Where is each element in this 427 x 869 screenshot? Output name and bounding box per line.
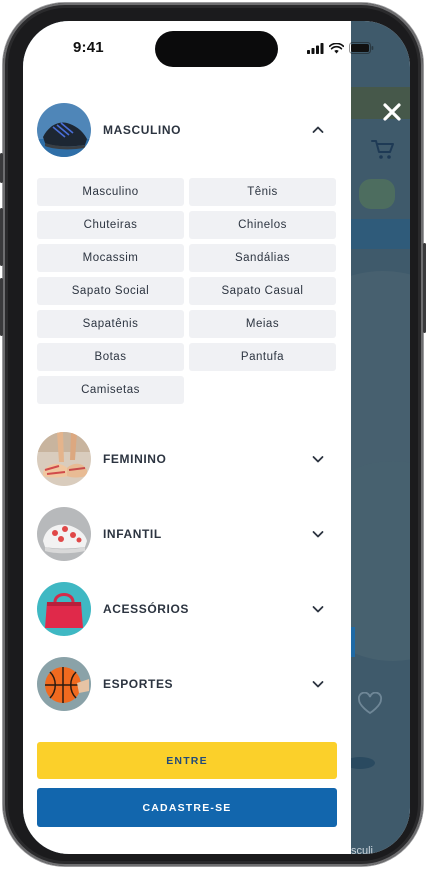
chevron-down-icon[interactable] [311,602,325,616]
category-label-masculino: MASCULINO [103,123,182,137]
battery-icon [349,42,374,54]
submenu-item[interactable]: Botas [37,343,184,371]
heart-icon [358,692,382,715]
action-button [0,153,3,183]
category-image-acessorios [37,582,91,636]
background-text: sculi [351,845,374,854]
category-image-masculino [37,103,91,157]
category-esportes[interactable]: ESPORTES [37,656,327,712]
status-icons [307,42,374,54]
submenu-item[interactable]: Masculino [37,178,184,206]
category-masculino[interactable]: MASCULINO [37,102,327,158]
chevron-up-icon[interactable] [311,123,325,137]
status-time: 9:41 [73,39,104,56]
submenu-item[interactable]: Sandálias [189,244,336,272]
volume-up-button [0,208,3,266]
masculino-submenu: Masculino Tênis Chuteiras Chinelos Mocas… [37,178,337,404]
submenu-item[interactable]: Sapato Social [37,277,184,305]
close-icon[interactable] [381,101,403,123]
signup-button[interactable]: CADASTRE-SE [37,788,337,827]
category-label-acessorios: ACESSÓRIOS [103,602,190,616]
phone-frame: sculi 9:41 MASCULINO Masculino Tênis Chu… [0,3,426,866]
chevron-down-icon[interactable] [311,452,325,466]
category-label-esportes: ESPORTES [103,677,174,691]
chevron-down-icon[interactable] [311,527,325,541]
category-image-feminino [37,432,91,486]
submenu-item[interactable]: Sapato Casual [189,277,336,305]
submenu-item[interactable]: Tênis [189,178,336,206]
submenu-item[interactable]: Pantufa [189,343,336,371]
submenu-item[interactable]: Mocassim [37,244,184,272]
submenu-item[interactable]: Camisetas [37,376,184,404]
cart-icon [371,140,394,159]
screen: sculi 9:41 MASCULINO Masculino Tênis Chu… [23,21,410,854]
login-button[interactable]: ENTRE [37,742,337,779]
navigation-drawer: MASCULINO Masculino Tênis Chuteiras Chin… [23,21,351,854]
signal-icon [307,42,324,54]
submenu-item[interactable]: Meias [189,310,336,338]
submenu-item[interactable]: Sapatênis [37,310,184,338]
status-bar: 9:41 [23,21,410,77]
category-image-infantil [37,507,91,561]
submenu-item[interactable]: Chinelos [189,211,336,239]
submenu-item[interactable]: Chuteiras [37,211,184,239]
power-button [423,243,426,333]
chevron-down-icon[interactable] [311,677,325,691]
category-label-feminino: FEMININO [103,452,167,466]
category-infantil[interactable]: INFANTIL [37,506,327,562]
volume-down-button [0,278,3,336]
category-image-esportes [37,657,91,711]
category-feminino[interactable]: FEMININO [37,431,327,487]
category-label-infantil: INFANTIL [103,527,162,541]
dynamic-island [155,31,278,67]
chat-bubble-icon [359,179,395,209]
wifi-icon [329,42,344,53]
background-search-strip [341,219,410,249]
category-acessorios[interactable]: ACESSÓRIOS [37,581,327,637]
